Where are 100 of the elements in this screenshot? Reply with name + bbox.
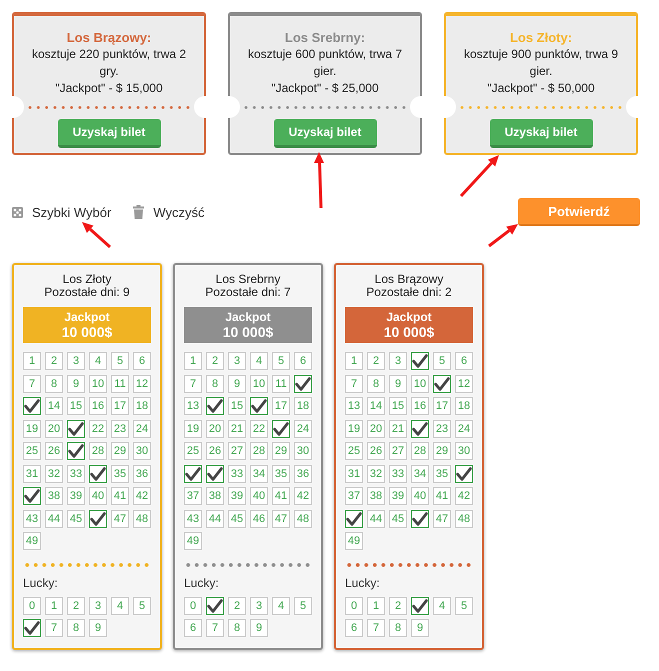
number-button[interactable]: 1 [184, 352, 202, 370]
confirm-button[interactable]: Potwierdź [518, 198, 640, 226]
number-button[interactable]: 27 [228, 442, 246, 460]
number-button[interactable]: 47 [272, 510, 290, 528]
number-button[interactable] [89, 464, 107, 482]
number-button[interactable]: 29 [272, 442, 290, 460]
number-button[interactable]: 15 [389, 397, 407, 415]
number-button[interactable]: 45 [228, 510, 246, 528]
number-button[interactable]: 10 [411, 374, 429, 392]
number-button[interactable]: 40 [411, 487, 429, 505]
number-button[interactable]: 40 [250, 487, 268, 505]
number-button[interactable]: 21 [228, 420, 246, 438]
number-button[interactable]: 25 [23, 442, 41, 460]
number-button[interactable]: 49 [23, 532, 41, 550]
number-button[interactable]: 49 [345, 532, 363, 550]
number-button[interactable] [206, 397, 224, 415]
lucky-number-button[interactable]: 1 [45, 596, 63, 614]
number-button[interactable]: 17 [272, 397, 290, 415]
number-button[interactable]: 46 [250, 510, 268, 528]
number-button[interactable]: 33 [228, 464, 246, 482]
number-button[interactable]: 18 [294, 397, 312, 415]
lucky-number-button[interactable]: 9 [89, 619, 107, 637]
number-button[interactable]: 23 [433, 420, 451, 438]
number-button[interactable] [250, 397, 268, 415]
get-ticket-button[interactable]: Uzyskaj bilet [490, 118, 592, 148]
number-button[interactable]: 30 [294, 442, 312, 460]
lucky-number-button[interactable]: 8 [228, 619, 246, 637]
number-button[interactable]: 20 [206, 420, 224, 438]
lucky-number-button[interactable]: 0 [184, 596, 202, 614]
number-button[interactable]: 42 [455, 487, 473, 505]
number-button[interactable]: 15 [67, 397, 85, 415]
number-button[interactable]: 26 [367, 442, 385, 460]
number-button[interactable]: 43 [184, 510, 202, 528]
number-button[interactable]: 4 [89, 352, 107, 370]
number-button[interactable]: 36 [294, 464, 312, 482]
lucky-number-button[interactable]: 3 [89, 596, 107, 614]
number-button[interactable]: 9 [389, 374, 407, 392]
number-button[interactable]: 3 [67, 352, 85, 370]
number-button[interactable]: 19 [184, 420, 202, 438]
number-button[interactable]: 47 [111, 510, 129, 528]
number-button[interactable]: 42 [294, 487, 312, 505]
number-button[interactable]: 25 [184, 442, 202, 460]
number-button[interactable]: 26 [45, 442, 63, 460]
number-button[interactable]: 24 [455, 420, 473, 438]
clear-button[interactable]: Wyczyść [133, 204, 205, 220]
lucky-number-button[interactable]: 0 [345, 596, 363, 614]
number-button[interactable]: 13 [345, 397, 363, 415]
lucky-number-button[interactable]: 7 [45, 619, 63, 637]
number-button[interactable]: 36 [133, 464, 151, 482]
lucky-number-button[interactable]: 8 [67, 619, 85, 637]
number-button[interactable]: 5 [272, 352, 290, 370]
lucky-number-button[interactable]: 4 [433, 596, 451, 614]
number-button[interactable]: 20 [45, 420, 63, 438]
number-button[interactable]: 21 [389, 420, 407, 438]
number-button[interactable]: 6 [294, 352, 312, 370]
lucky-number-button[interactable] [411, 596, 429, 614]
lucky-number-button[interactable]: 4 [111, 596, 129, 614]
number-button[interactable]: 27 [389, 442, 407, 460]
number-button[interactable]: 9 [228, 374, 246, 392]
number-button[interactable]: 28 [250, 442, 268, 460]
get-ticket-button[interactable]: Uzyskaj bilet [58, 118, 160, 148]
number-button[interactable] [411, 420, 429, 438]
lucky-number-button[interactable]: 2 [389, 596, 407, 614]
number-button[interactable]: 28 [411, 442, 429, 460]
number-button[interactable]: 19 [23, 420, 41, 438]
number-button[interactable]: 39 [389, 487, 407, 505]
number-button[interactable]: 28 [89, 442, 107, 460]
number-button[interactable]: 35 [111, 464, 129, 482]
lucky-number-button[interactable]: 2 [228, 596, 246, 614]
lucky-number-button[interactable]: 1 [367, 596, 385, 614]
number-button[interactable]: 33 [389, 464, 407, 482]
number-button[interactable]: 4 [250, 352, 268, 370]
number-button[interactable]: 2 [45, 352, 63, 370]
lucky-number-button[interactable]: 5 [133, 596, 151, 614]
number-button[interactable]: 13 [184, 397, 202, 415]
number-button[interactable] [272, 420, 290, 438]
number-button[interactable]: 32 [367, 464, 385, 482]
number-button[interactable]: 44 [45, 510, 63, 528]
number-button[interactable]: 7 [184, 374, 202, 392]
lucky-number-button[interactable]: 2 [67, 596, 85, 614]
number-button[interactable]: 1 [345, 352, 363, 370]
number-button[interactable]: 48 [455, 510, 473, 528]
number-button[interactable]: 32 [45, 464, 63, 482]
number-button[interactable]: 2 [367, 352, 385, 370]
number-button[interactable]: 6 [133, 352, 151, 370]
lucky-number-button[interactable]: 5 [294, 596, 312, 614]
number-button[interactable]: 12 [133, 374, 151, 392]
lucky-number-button[interactable]: 6 [345, 619, 363, 637]
number-button[interactable]: 16 [89, 397, 107, 415]
lucky-number-button[interactable]: 0 [23, 596, 41, 614]
number-button[interactable] [67, 442, 85, 460]
number-button[interactable]: 44 [206, 510, 224, 528]
number-button[interactable]: 15 [228, 397, 246, 415]
number-button[interactable]: 29 [433, 442, 451, 460]
lucky-number-button[interactable]: 7 [367, 619, 385, 637]
number-button[interactable]: 5 [433, 352, 451, 370]
lucky-number-button[interactable]: 9 [250, 619, 268, 637]
number-button[interactable]: 17 [433, 397, 451, 415]
number-button[interactable] [411, 352, 429, 370]
number-button[interactable]: 10 [89, 374, 107, 392]
